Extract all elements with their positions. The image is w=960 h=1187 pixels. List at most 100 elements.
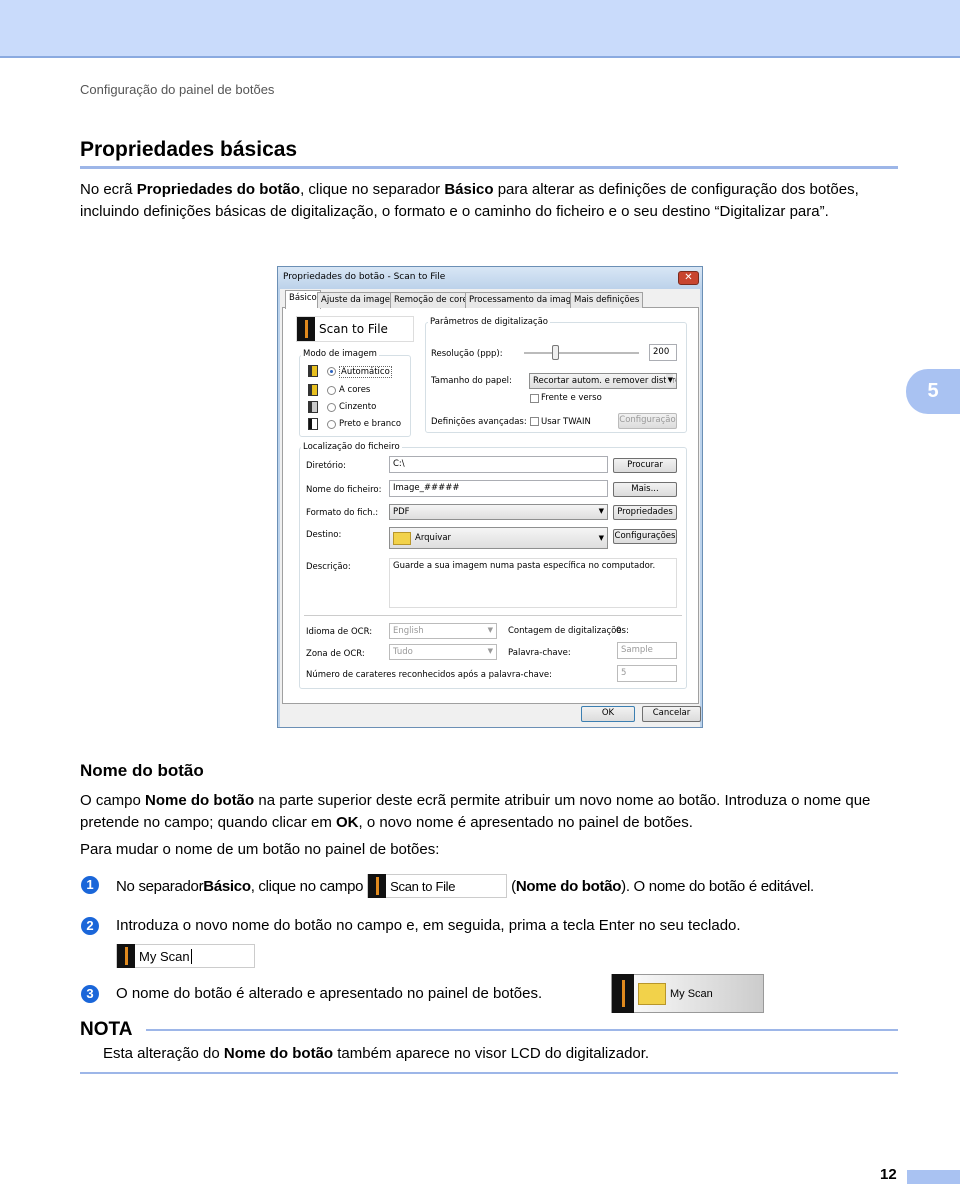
directory-input[interactable]: C:\	[389, 456, 608, 473]
ocr-language-select[interactable]: English ▼	[389, 623, 497, 639]
step-2: Introduza o novo nome do botão no campo …	[116, 917, 741, 934]
close-button[interactable]: ✕	[678, 271, 699, 285]
configuracao-button[interactable]: Configuração	[618, 413, 677, 429]
running-title: Configuração do painel de botões	[80, 82, 275, 97]
text: Nome do botão	[515, 877, 622, 895]
chars-label: Número de carateres reconhecidos após a …	[306, 670, 552, 680]
checkbox-label: Frente e verso	[541, 393, 602, 403]
group-label: Modo de imagem	[301, 349, 379, 359]
scan-count-value: 0	[616, 626, 622, 636]
slider-thumb[interactable]	[552, 345, 559, 360]
button-name-field[interactable]: Scan to File	[296, 316, 414, 342]
chars-input[interactable]: 5	[617, 665, 677, 682]
dropdown-arrow-icon: ▼	[487, 647, 493, 655]
auto-mode-icon	[308, 365, 318, 377]
radio-automatico[interactable]	[327, 367, 336, 376]
filename-input[interactable]: Image_#####	[389, 480, 608, 497]
step-number: 3	[81, 985, 99, 1003]
radio-cinzento[interactable]	[327, 403, 336, 412]
divider	[80, 166, 898, 169]
advanced-label: Definições avançadas:	[431, 417, 527, 427]
note-title: NOTA	[80, 1019, 133, 1040]
resolution-slider[interactable]	[524, 352, 639, 354]
select-value: Arquivar	[415, 532, 452, 543]
field-value: Scan to File	[390, 878, 456, 894]
option-label: Preto e branco	[339, 419, 402, 429]
section-title: Propriedades básicas	[80, 138, 298, 161]
dropdown-arrow-icon: ▼	[598, 534, 604, 542]
format-select[interactable]: PDF ▼	[389, 504, 608, 520]
intro-paragraph: No ecrã Propriedades do botão, clique no…	[80, 179, 900, 223]
radio-preto-branco[interactable]	[327, 420, 336, 429]
select-value: Recortar autom. e remover distorçã	[533, 376, 677, 386]
radio-a-cores[interactable]	[327, 386, 336, 395]
text: Nome do botão	[145, 792, 255, 809]
procurar-button[interactable]: Procurar	[613, 458, 677, 473]
step-number: 1	[81, 876, 99, 894]
paper-size-label: Tamanho do papel:	[431, 376, 512, 386]
scan-count-label: Contagem de digitalizações:	[508, 626, 629, 636]
top-band	[0, 0, 960, 58]
paragraph: O campo Nome do botão na parte superior …	[80, 790, 900, 834]
panel-button-image: My Scan	[611, 974, 764, 1013]
lcd-icon	[368, 874, 387, 898]
paper-size-select[interactable]: Recortar autom. e remover distorçã ▼	[529, 373, 677, 389]
chapter-tab: 5	[906, 369, 960, 414]
configuracoes-button[interactable]: Configurações	[613, 529, 677, 544]
lcd-icon	[612, 974, 634, 1013]
destination-select[interactable]: Arquivar ▼	[389, 527, 608, 549]
tab-mais-definicoes[interactable]: Mais definições	[570, 292, 644, 308]
text: também aparece no visor LCD do digitaliz…	[333, 1045, 650, 1062]
description-value: Guarde a sua imagem numa pasta específic…	[393, 561, 656, 571]
dropdown-arrow-icon: ▼	[487, 626, 493, 634]
text: , clique no separador	[300, 181, 445, 198]
lcd-icon	[117, 944, 135, 968]
tab-remocao-cores[interactable]: Remoção de cores	[390, 292, 477, 308]
text: , o novo nome é apresentado no painel de…	[358, 814, 693, 831]
group-label: Localização do ficheiro	[301, 442, 402, 452]
directory-label: Diretório:	[306, 461, 346, 471]
ocr-language-label: Idioma de OCR:	[306, 627, 373, 637]
text: Básico	[444, 181, 494, 198]
propriedades-button[interactable]: Propriedades	[613, 505, 677, 520]
format-label: Formato do fich.:	[306, 508, 379, 518]
dropdown-arrow-icon: ▼	[665, 374, 673, 387]
note-text: Esta alteração do Nome do botão também a…	[103, 1043, 923, 1065]
keyword-input[interactable]: Sample	[617, 642, 677, 659]
description-textarea[interactable]: Guarde a sua imagem numa pasta específic…	[389, 558, 677, 608]
subsection-title: Nome do botão	[80, 761, 204, 780]
resolution-input[interactable]: 200	[649, 344, 677, 361]
description-label: Descrição:	[306, 562, 351, 572]
option-label: A cores	[339, 385, 371, 395]
keyword-label: Palavra-chave:	[508, 648, 571, 658]
text: OK	[336, 814, 359, 831]
separator	[304, 615, 682, 616]
ocr-zone-select[interactable]: Tudo ▼	[389, 644, 497, 660]
text: Nome do botão	[223, 1045, 334, 1062]
button-name-field-image: Scan to File	[367, 874, 508, 898]
option-label: Cinzento	[339, 402, 377, 412]
select-value: PDF	[393, 507, 410, 517]
color-mode-icon	[308, 384, 318, 396]
folder-icon	[638, 982, 666, 1005]
divider	[146, 1029, 898, 1031]
cancel-button[interactable]: Cancelar	[642, 706, 701, 722]
twain-checkbox[interactable]	[530, 417, 539, 426]
ok-button[interactable]: OK	[581, 706, 635, 722]
ocr-zone-label: Zona de OCR:	[306, 649, 365, 659]
destination-label: Destino:	[306, 530, 342, 540]
duplex-checkbox[interactable]	[530, 394, 539, 403]
button-name-value: Scan to File	[319, 322, 388, 336]
tab-basico[interactable]: Básico	[285, 290, 321, 309]
folder-icon	[393, 531, 411, 545]
group-label: Parâmetros de digitalização	[428, 317, 550, 327]
step-number: 2	[81, 917, 99, 935]
text: O campo	[80, 792, 146, 809]
text: Básico	[203, 877, 251, 895]
select-value: Tudo	[393, 647, 413, 657]
resolution-label: Resolução (ppp):	[431, 349, 503, 359]
gray-mode-icon	[308, 401, 318, 413]
page-number: 12	[880, 1166, 897, 1183]
filename-label: Nome do ficheiro:	[306, 485, 382, 495]
mais-button[interactable]: Mais...	[613, 482, 677, 497]
